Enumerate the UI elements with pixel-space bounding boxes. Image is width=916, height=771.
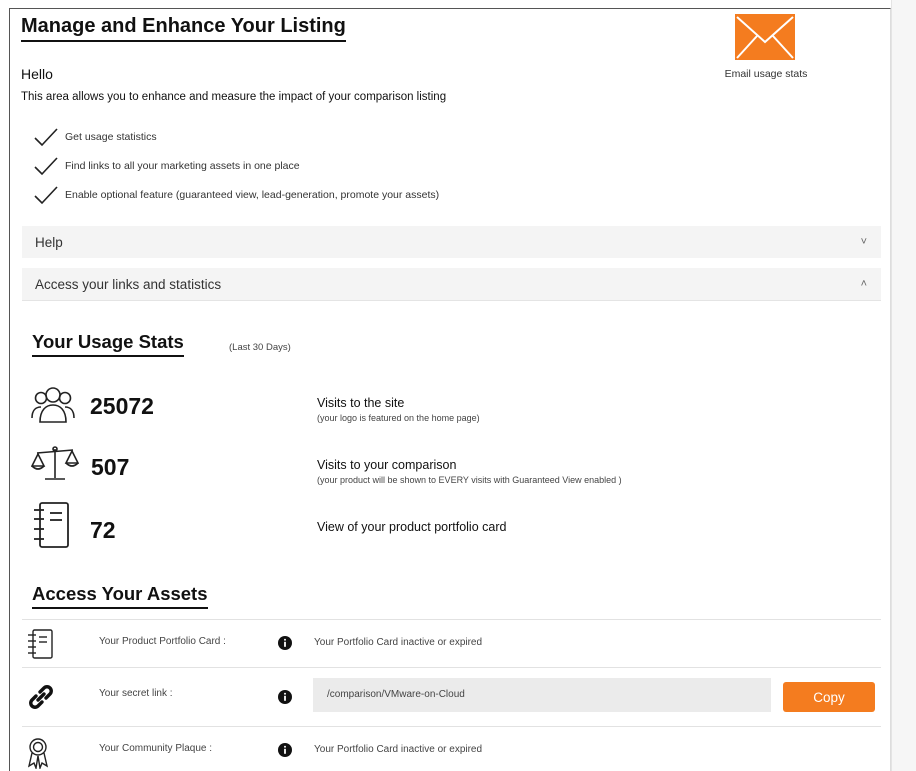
scales-icon	[31, 446, 79, 480]
checkmark-icon	[34, 185, 58, 204]
comparison-visits-count: 507	[91, 454, 130, 480]
site-visits-note: (your logo is featured on the home page)	[317, 413, 480, 423]
info-icon[interactable]	[278, 690, 292, 704]
portfolio-card-status: Your Portfolio Card inactive or expired	[314, 637, 483, 648]
portfolio-card-views-label: View of your product portfolio card	[317, 520, 507, 534]
envelope-icon	[735, 14, 795, 60]
checklist-item: Find links to all your marketing assets …	[34, 151, 439, 180]
users-icon	[31, 387, 75, 423]
checklist-item-label: Enable optional feature (guaranteed view…	[65, 188, 440, 201]
links-statistics-accordion-label: Access your links and statistics	[35, 276, 222, 292]
checklist-item: Enable optional feature (guaranteed view…	[34, 180, 439, 209]
community-plaque-label: Your Community Plaque :	[99, 743, 213, 754]
site-visits-count: 25072	[90, 393, 154, 419]
checklist-item: Get usage statistics	[34, 122, 439, 151]
copy-link-button[interactable]: Copy	[783, 682, 875, 712]
secret-link-field[interactable]: /comparison/VMware-on-Cloud	[313, 678, 771, 712]
greeting: Hello	[21, 66, 53, 82]
notebook-icon	[34, 502, 69, 548]
checklist-item-label: Find links to all your marketing assets …	[65, 159, 300, 172]
asset-row-community-plaque: Your Community Plaque : Your Portfolio C…	[22, 726, 881, 771]
help-accordion-label: Help	[35, 234, 63, 250]
site-visits-label: Visits to the site	[317, 396, 405, 410]
chevron-down-icon: ˅	[860, 236, 867, 248]
asset-row-portfolio-card: Your Product Portfolio Card : Your Portf…	[22, 619, 881, 667]
checklist-item-label: Get usage statistics	[65, 130, 157, 143]
usage-stats-title: Your Usage Stats	[32, 331, 184, 357]
community-plaque-status: Your Portfolio Card inactive or expired	[314, 744, 483, 755]
help-accordion[interactable]: Help ˅	[22, 226, 881, 259]
links-statistics-accordion[interactable]: Access your links and statistics ˄	[22, 268, 881, 301]
intro-text: This area allows you to enhance and meas…	[21, 91, 447, 103]
email-usage-stats-label[interactable]: Email usage stats	[712, 68, 820, 80]
access-assets-title: Access Your Assets	[32, 583, 208, 609]
info-icon[interactable]	[278, 636, 292, 650]
notebook-icon	[28, 629, 53, 659]
link-icon	[29, 685, 53, 709]
comparison-visits-label: Visits to your comparison	[317, 458, 457, 472]
checkmark-icon	[34, 127, 58, 146]
email-usage-stats-button[interactable]	[735, 14, 795, 60]
portfolio-card-label: Your Product Portfolio Card :	[99, 636, 226, 647]
comparison-visits-note: (your product will be shown to EVERY vis…	[317, 475, 622, 485]
feature-checklist: Get usage statistics Find links to all y…	[34, 122, 439, 209]
secret-link-label: Your secret link :	[99, 688, 173, 699]
award-icon	[27, 738, 49, 769]
checkmark-icon	[34, 156, 58, 175]
asset-row-secret-link: Your secret link : /comparison/VMware-on…	[22, 667, 881, 726]
page-title: Manage and Enhance Your Listing	[21, 15, 346, 42]
chevron-up-icon: ˄	[860, 278, 867, 290]
page-scroll-gutter	[891, 0, 916, 771]
usage-stats-period: (Last 30 Days)	[229, 342, 291, 353]
portfolio-card-views-count: 72	[90, 517, 116, 543]
info-icon[interactable]	[278, 743, 292, 757]
